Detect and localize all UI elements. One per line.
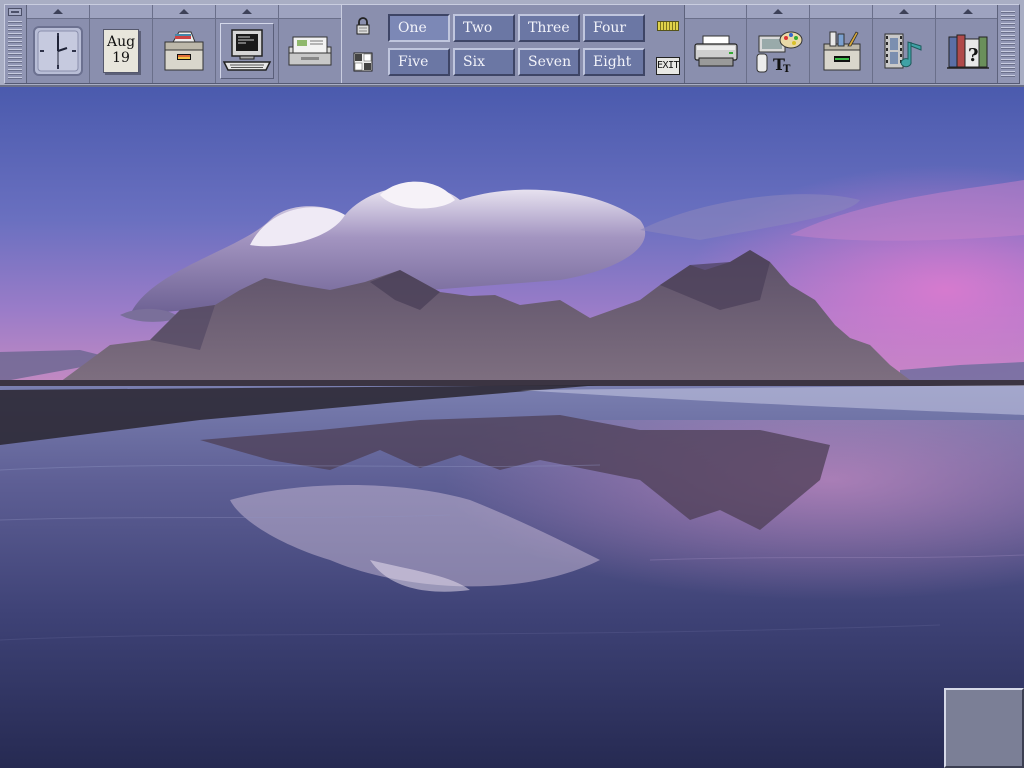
exit-button[interactable]: EXIT [656,57,680,75]
workspace-button-four[interactable]: Four [583,14,645,42]
application-manager-icon [823,31,861,71]
up-arrow-icon [899,9,909,14]
workspace-button-three[interactable]: Three [518,14,580,42]
up-arrow-icon [179,9,189,14]
clock-slot [27,5,90,83]
help-manager-control[interactable]: ? [940,23,995,79]
workspace-button-six[interactable]: Six [453,48,515,76]
workspace-switch: One Two Three Four Five Six Seven Eight … [341,5,685,83]
style-manager-icon: T T [756,31,803,74]
style-manager-subpanel-arrow[interactable] [747,5,809,19]
front-panel: Aug 19 One Two Three Four Five Six Seven… [0,0,1024,87]
mailer-subpanel-arrow[interactable] [279,5,341,19]
media-player-icon [884,33,922,69]
desktop-wallpaper [0,0,1024,768]
printer-icon [693,35,738,67]
front-panel-frame: Aug 19 One Two Three Four Five Six Seven… [4,4,1020,84]
panel-handle-right[interactable] [997,5,1019,83]
calendar-control[interactable]: Aug 19 [94,23,148,79]
application-manager-control[interactable] [814,23,868,79]
clock-icon [33,26,83,76]
terminal-control[interactable] [220,23,274,79]
panel-minimize-button[interactable] [8,8,22,16]
terminal-slot [216,5,279,83]
application-manager-slot [810,5,873,83]
calendar-month: Aug [106,34,136,50]
up-arrow-icon [242,9,252,14]
up-arrow-icon [53,9,63,14]
clock-subpanel-arrow[interactable] [27,5,89,19]
application-manager-subpanel-arrow[interactable] [810,5,872,19]
calendar-day: 19 [112,50,130,66]
mailer-slot [279,5,341,83]
calendar-subpanel-arrow[interactable] [90,5,152,19]
printer-slot [685,5,747,83]
terminal-subpanel-arrow[interactable] [216,5,278,19]
workspace-button-two[interactable]: Two [453,14,515,42]
panel-grip[interactable] [8,21,22,79]
workspace-button-eight[interactable]: Eight [583,48,645,76]
minimized-window-icon[interactable] [944,688,1024,768]
help-manager-icon: ? [946,34,989,69]
terminal-icon [222,29,272,71]
calendar-slot: Aug 19 [90,5,153,83]
lock-button[interactable] [352,15,374,37]
printer-subpanel-arrow[interactable] [685,5,746,19]
workspace-button-five[interactable]: Five [388,48,450,76]
style-manager-slot: T T [747,5,810,83]
media-player-slot [873,5,936,83]
file-manager-control[interactable] [157,23,211,79]
workspace-button-one[interactable]: One [388,14,450,42]
up-arrow-icon [962,9,973,14]
media-player-subpanel-arrow[interactable] [873,5,935,19]
svg-text:T: T [783,64,791,74]
style-manager-control[interactable]: T T [751,23,805,79]
up-arrow-icon [773,9,783,14]
lock-icon [356,17,370,35]
panel-handle-left[interactable] [5,5,27,83]
svg-text:?: ? [968,45,979,66]
workspace-button-seven[interactable]: Seven [518,48,580,76]
mailer-control[interactable] [283,23,337,79]
file-manager-slot [153,5,216,83]
help-manager-subpanel-arrow[interactable] [936,5,999,19]
printer-control[interactable] [689,23,742,79]
calendar-icon: Aug 19 [103,29,139,73]
panel-grip[interactable] [1001,11,1015,79]
file-manager-subpanel-arrow[interactable] [153,5,215,19]
workspace-grid-button[interactable] [352,51,374,73]
workspace-grid-icon [353,52,373,72]
clock-control[interactable] [31,23,85,79]
media-player-control[interactable] [877,23,931,79]
wallpaper-landscape [0,85,1024,768]
mailer-icon [288,36,332,66]
file-manager-icon [164,31,204,71]
busy-light-icon [657,21,679,31]
help-manager-slot: ? [936,5,999,83]
